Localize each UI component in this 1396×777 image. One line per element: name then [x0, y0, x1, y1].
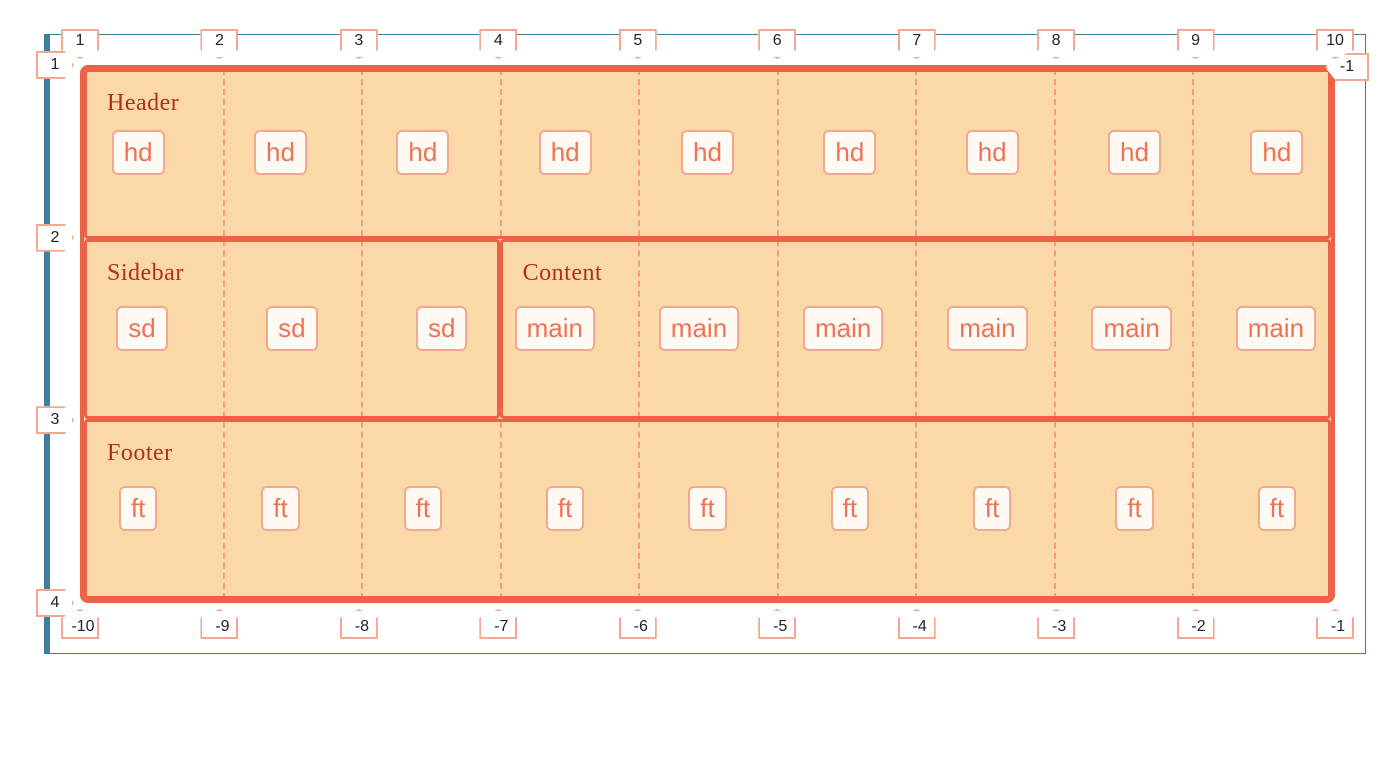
row-marker-left: 4 — [36, 589, 74, 617]
col-marker-bottom: -2 — [1177, 609, 1215, 639]
area-sidebar: Sidebar sd sd sd — [84, 239, 500, 419]
col-marker-top: 2 — [200, 29, 238, 59]
area-tag: main — [947, 306, 1027, 351]
diagram-frame: -1 Header hd hd hd hd hd hd hd hd hd Sidebar sd s… — [44, 34, 1366, 654]
col-marker-bottom: -1 — [1316, 609, 1354, 639]
col-marker-top: 3 — [340, 29, 378, 59]
area-tag: ft — [1115, 486, 1153, 531]
area-content: Content main main main main main main — [500, 239, 1331, 419]
area-tag: hd — [1250, 130, 1303, 175]
area-tag: hd — [539, 130, 592, 175]
area-title-sidebar: Sidebar — [107, 260, 487, 287]
area-tag: ft — [261, 486, 299, 531]
area-tag: hd — [254, 130, 307, 175]
area-tag: ft — [119, 486, 157, 531]
col-marker-bottom: -8 — [340, 609, 378, 639]
area-tag: sd — [266, 306, 317, 351]
area-tag: main — [1236, 306, 1316, 351]
area-tag: hd — [681, 130, 734, 175]
row-marker-left: 1 — [36, 51, 74, 79]
col-marker-bottom: -7 — [479, 609, 517, 639]
area-tag: hd — [1108, 130, 1161, 175]
col-marker-bottom: -6 — [619, 609, 657, 639]
grid: Header hd hd hd hd hd hd hd hd hd Sidebar sd sd sd… — [80, 65, 1335, 603]
area-tag: ft — [1258, 486, 1296, 531]
area-tag: main — [1091, 306, 1171, 351]
col-marker-bottom: -4 — [898, 609, 936, 639]
area-tag: sd — [116, 306, 167, 351]
area-tag: ft — [973, 486, 1011, 531]
area-tag: sd — [416, 306, 467, 351]
col-marker-bottom: -3 — [1037, 609, 1075, 639]
area-tag: hd — [966, 130, 1019, 175]
area-tag: main — [515, 306, 595, 351]
area-header: Header hd hd hd hd hd hd hd hd hd — [84, 69, 1331, 239]
col-marker-top: 9 — [1177, 29, 1215, 59]
area-title-header: Header — [107, 90, 1318, 117]
col-marker-top: 8 — [1037, 29, 1075, 59]
col-marker-top: 7 — [898, 29, 936, 59]
area-tag: ft — [831, 486, 869, 531]
area-tag: hd — [823, 130, 876, 175]
area-tag: ft — [404, 486, 442, 531]
col-marker-bottom: -5 — [758, 609, 796, 639]
area-tag: main — [659, 306, 739, 351]
area-tag: main — [803, 306, 883, 351]
area-title-content: Content — [523, 260, 1318, 287]
row-marker-left: 2 — [36, 224, 74, 252]
col-marker-top: 6 — [758, 29, 796, 59]
area-title-footer: Footer — [107, 440, 1318, 467]
area-tag: ft — [546, 486, 584, 531]
row-marker-left: 3 — [36, 406, 74, 434]
area-tag: hd — [112, 130, 165, 175]
col-marker-top: 4 — [479, 29, 517, 59]
area-footer: Footer ft ft ft ft ft ft ft ft ft — [84, 419, 1331, 599]
area-tag: ft — [688, 486, 726, 531]
col-marker-top: 5 — [619, 29, 657, 59]
area-tag: hd — [396, 130, 449, 175]
col-marker-bottom: -9 — [200, 609, 238, 639]
